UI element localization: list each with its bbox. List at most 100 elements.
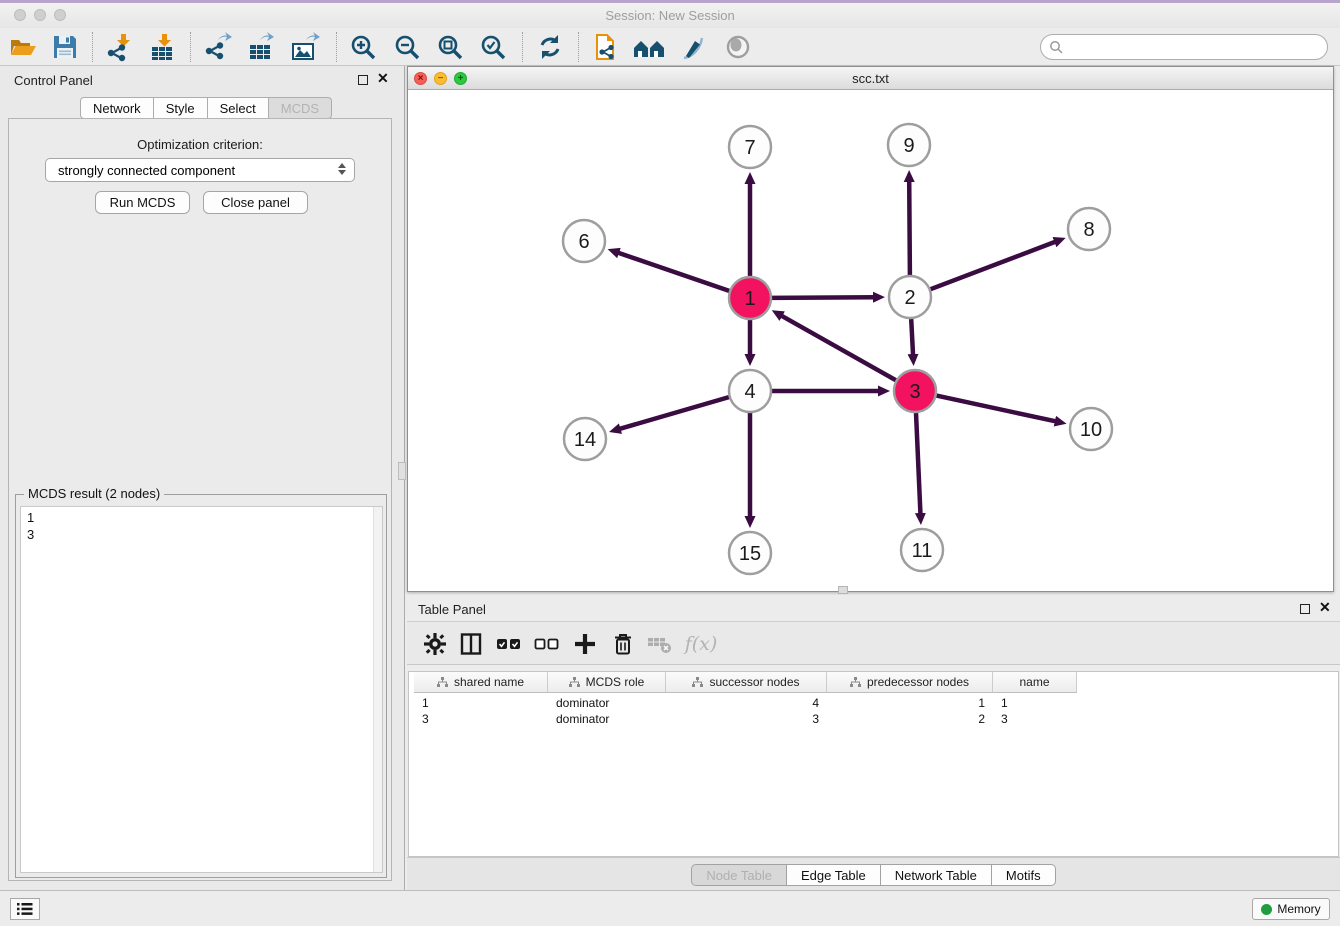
optimization-criterion-label: Optimization criterion: — [9, 137, 391, 152]
toolbar-separator — [578, 32, 579, 62]
float-panel-icon[interactable] — [358, 75, 368, 85]
column-tree-icon — [437, 677, 448, 688]
result-line: 3 — [27, 526, 382, 543]
show-graphics-details-icon[interactable] — [676, 31, 710, 63]
delete-column-icon[interactable] — [607, 628, 639, 660]
export-network-icon[interactable] — [200, 31, 234, 63]
search-box[interactable] — [1040, 34, 1328, 60]
memory-status-icon — [1261, 904, 1272, 915]
clone-network-icon[interactable] — [589, 31, 623, 63]
table-panel-title: Table Panel — [418, 602, 486, 617]
zoom-fit-icon[interactable] — [433, 31, 467, 63]
table-panel: Table Panel ✕ — [407, 595, 1340, 890]
control-panel: Control Panel ✕ Network Style Select MCD… — [0, 66, 405, 890]
tab-mcds[interactable]: MCDS — [269, 97, 332, 119]
tab-style[interactable]: Style — [154, 97, 208, 119]
graph-edge-3-1[interactable] — [781, 315, 896, 380]
tab-network[interactable]: Network — [80, 97, 154, 119]
zoom-in-icon[interactable] — [346, 31, 380, 63]
column-header-successor-nodes[interactable]: successor nodes — [666, 672, 827, 693]
graph-edge-2-3[interactable] — [911, 319, 913, 356]
graph-node-label: 9 — [903, 135, 914, 157]
search-input[interactable] — [1067, 37, 1327, 57]
gear-icon[interactable] — [419, 628, 451, 660]
float-table-panel-icon[interactable] — [1300, 604, 1310, 614]
column-header-name[interactable]: name — [993, 672, 1077, 693]
column-tree-icon — [850, 677, 861, 688]
delete-table-icon — [643, 628, 675, 660]
open-session-icon[interactable] — [6, 31, 40, 63]
import-network-icon[interactable] — [102, 31, 136, 63]
result-scrollbar[interactable] — [373, 507, 382, 872]
tab-select[interactable]: Select — [208, 97, 269, 119]
close-panel-button[interactable]: Close panel — [203, 191, 308, 214]
network-window-title: scc.txt — [408, 71, 1333, 86]
birds-eye-view-icon[interactable] — [721, 31, 755, 63]
network-graph: 7968124314101511 — [408, 90, 1333, 591]
mcds-result-title: MCDS result (2 nodes) — [24, 486, 164, 501]
column-header-mcds-role[interactable]: MCDS role — [548, 672, 666, 693]
column-tree-icon — [569, 677, 580, 688]
column-header-predecessor-nodes[interactable]: predecessor nodes — [827, 672, 993, 693]
network-window-titlebar[interactable]: × − + scc.txt — [408, 67, 1333, 90]
search-icon — [1049, 40, 1063, 54]
import-table-icon[interactable] — [146, 31, 180, 63]
application-window: Session: New Session — [0, 0, 1340, 926]
show-all-networks-icon[interactable] — [632, 31, 666, 63]
result-line: 1 — [27, 509, 382, 526]
export-image-icon[interactable] — [288, 31, 322, 63]
tab-motifs[interactable]: Motifs — [992, 864, 1056, 886]
graph-node-label: 10 — [1080, 419, 1102, 441]
close-table-panel-icon[interactable]: ✕ — [1319, 599, 1331, 616]
column-header-shared-name[interactable]: shared name — [414, 672, 548, 693]
table-row[interactable]: 1 dominator 4 1 1 — [414, 695, 1077, 712]
graph-edge-4-14[interactable] — [619, 397, 729, 429]
mcds-result-group: MCDS result (2 nodes) 1 3 — [15, 494, 387, 878]
close-panel-icon[interactable]: ✕ — [377, 70, 389, 87]
toolbar-separator — [336, 32, 337, 62]
graph-edge-3-10[interactable] — [937, 396, 1057, 422]
add-column-icon[interactable] — [569, 628, 601, 660]
graph-edge-2-8[interactable] — [931, 241, 1057, 289]
column-tree-icon — [692, 677, 703, 688]
memory-button[interactable]: Memory — [1252, 898, 1330, 920]
run-mcds-button[interactable]: Run MCDS — [95, 191, 190, 214]
horizontal-splitter-handle[interactable] — [838, 586, 848, 594]
deselect-all-columns-icon[interactable] — [531, 628, 563, 660]
zoom-selected-icon[interactable] — [476, 31, 510, 63]
graph-canvas[interactable]: 7968124314101511 — [408, 90, 1333, 591]
toolbar-separator — [92, 32, 93, 62]
tab-node-table[interactable]: Node Table — [691, 864, 787, 886]
graph-edge-3-11[interactable] — [916, 413, 921, 515]
refresh-view-icon[interactable] — [533, 31, 567, 63]
optimization-criterion-select[interactable]: strongly connected component — [45, 158, 355, 182]
table-row[interactable]: 3 dominator 3 2 3 — [414, 711, 1077, 728]
graph-node-label: 4 — [744, 381, 755, 403]
graph-edge-1-2[interactable] — [772, 297, 875, 298]
dropdown-value: strongly connected component — [58, 163, 235, 178]
graph-node-label: 11 — [912, 540, 933, 562]
mcds-result-text[interactable]: 1 3 — [20, 506, 383, 873]
tab-network-table[interactable]: Network Table — [881, 864, 992, 886]
save-session-icon[interactable] — [48, 31, 82, 63]
tab-edge-table[interactable]: Edge Table — [787, 864, 881, 886]
graph-node-label: 2 — [904, 287, 915, 309]
column-layout-icon[interactable] — [455, 628, 487, 660]
function-builder-icon: f(x) — [679, 628, 723, 660]
graph-node-label: 7 — [744, 137, 755, 159]
graph-node-label: 6 — [578, 231, 589, 253]
titlebar: Session: New Session — [0, 3, 1340, 28]
graph-node-label: 8 — [1083, 219, 1094, 241]
select-all-columns-icon[interactable] — [493, 628, 525, 660]
graph-node-label: 3 — [909, 381, 920, 403]
zoom-out-icon[interactable] — [390, 31, 424, 63]
vertical-splitter-handle[interactable] — [398, 462, 406, 480]
export-table-icon[interactable] — [244, 31, 278, 63]
table-toolbar: f(x) — [407, 621, 1340, 665]
graph-edge-2-9[interactable] — [909, 180, 910, 275]
network-view-window: × − + scc.txt 7968124314101511 — [407, 66, 1334, 592]
table-tabs: Node Table Edge Table Network Table Moti… — [407, 864, 1340, 886]
show-panel-menu-button[interactable] — [10, 898, 40, 920]
table-header-row: shared name MCDS role successor nodes pr… — [414, 672, 1077, 693]
graph-edge-1-6[interactable] — [617, 252, 729, 291]
